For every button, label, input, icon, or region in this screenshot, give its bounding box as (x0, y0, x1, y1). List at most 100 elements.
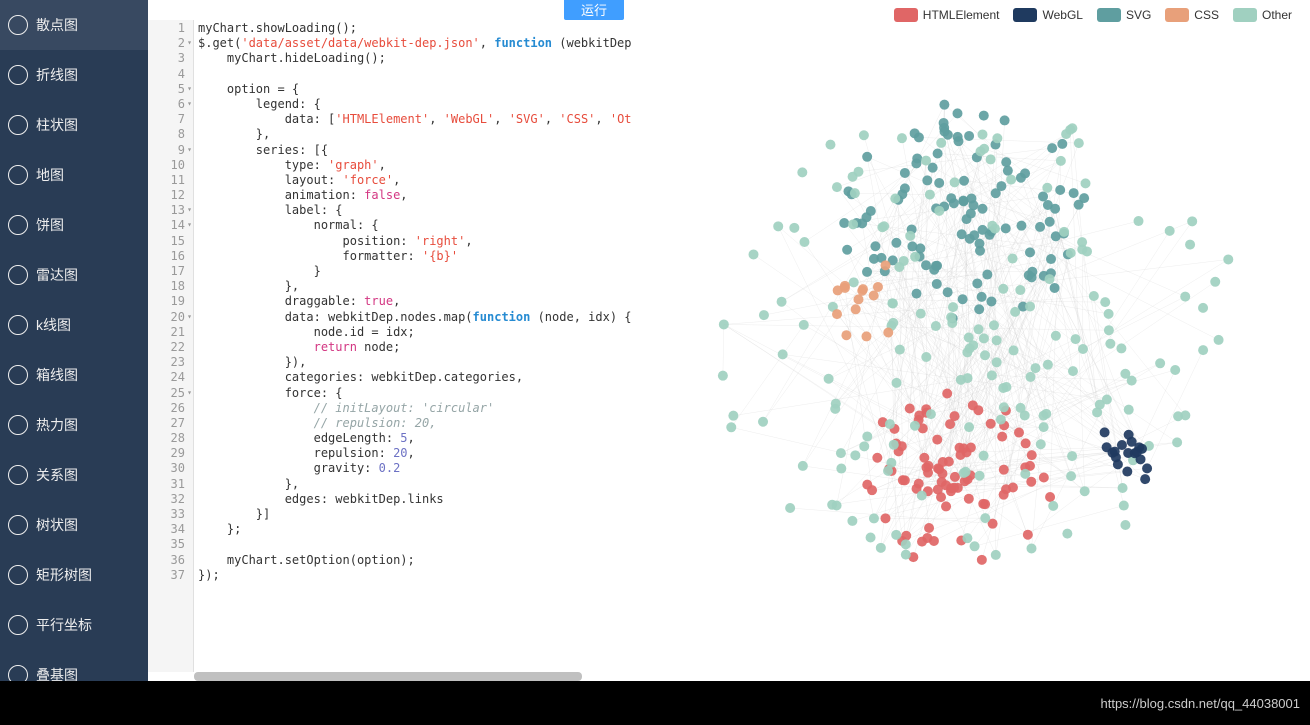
graph-node[interactable] (979, 333, 989, 343)
graph-node[interactable] (946, 312, 956, 322)
code-editor[interactable]: 1234567891011121314151617181920212223242… (148, 20, 632, 672)
graph-node[interactable] (862, 152, 872, 162)
graph-node[interactable] (992, 335, 1002, 345)
graph-node[interactable] (965, 343, 975, 353)
graph-node[interactable] (870, 241, 880, 251)
graph-node[interactable] (1057, 139, 1067, 149)
sidebar-item-map[interactable]: 地图 (0, 150, 148, 200)
graph-node[interactable] (1078, 344, 1088, 354)
graph-node[interactable] (986, 419, 996, 429)
graph-node[interactable] (879, 221, 889, 231)
graph-node[interactable] (891, 530, 901, 540)
graph-node[interactable] (1122, 467, 1132, 477)
graph-node[interactable] (932, 279, 942, 289)
graph-node[interactable] (901, 539, 911, 549)
sidebar-item-parallel[interactable]: 平行坐标 (0, 600, 148, 650)
graph-node[interactable] (933, 148, 943, 158)
graph-node[interactable] (921, 352, 931, 362)
graph-node[interactable] (966, 193, 976, 203)
graph-node[interactable] (941, 501, 951, 511)
graph-node[interactable] (1050, 204, 1060, 214)
graph-node[interactable] (1026, 543, 1036, 553)
graph-node[interactable] (989, 320, 999, 330)
graph-node[interactable] (887, 298, 897, 308)
graph-node[interactable] (1185, 240, 1195, 250)
graph-node[interactable] (1214, 335, 1224, 345)
graph-node[interactable] (862, 431, 872, 441)
graph-node[interactable] (1124, 405, 1134, 415)
graph-node[interactable] (1118, 483, 1128, 493)
graph-node[interactable] (934, 206, 944, 216)
force-graph-canvas[interactable] (632, 0, 1310, 681)
graph-node[interactable] (1015, 285, 1025, 295)
graph-node[interactable] (925, 190, 935, 200)
graph-node[interactable] (850, 450, 860, 460)
graph-node[interactable] (861, 331, 871, 341)
graph-node[interactable] (1051, 331, 1061, 341)
graph-node[interactable] (836, 448, 846, 458)
graph-node[interactable] (719, 319, 729, 329)
code-content[interactable]: myChart.showLoading();$.get('data/asset/… (194, 20, 632, 672)
graph-node[interactable] (1056, 156, 1066, 166)
graph-node[interactable] (885, 419, 895, 429)
graph-node[interactable] (1180, 410, 1190, 420)
graph-node[interactable] (956, 375, 966, 385)
graph-node[interactable] (758, 417, 768, 427)
graph-node[interactable] (939, 118, 949, 128)
graph-node[interactable] (974, 304, 984, 314)
graph-node[interactable] (1127, 437, 1137, 447)
sidebar-item-heat[interactable]: 热力图 (0, 400, 148, 450)
graph-node[interactable] (1140, 474, 1150, 484)
graph-node[interactable] (825, 140, 835, 150)
graph-node[interactable] (972, 278, 982, 288)
graph-node[interactable] (1039, 422, 1049, 432)
graph-node[interactable] (961, 214, 971, 224)
graph-node[interactable] (921, 462, 931, 472)
graph-node[interactable] (1172, 437, 1182, 447)
graph-node[interactable] (1050, 283, 1060, 293)
sidebar-item-k[interactable]: k线图 (0, 300, 148, 350)
graph-node[interactable] (986, 296, 996, 306)
graph-node[interactable] (1001, 382, 1011, 392)
graph-node[interactable] (1198, 345, 1208, 355)
graph-node[interactable] (785, 503, 795, 513)
graph-node[interactable] (799, 237, 809, 247)
graph-node[interactable] (1142, 463, 1152, 473)
graph-node[interactable] (964, 333, 974, 343)
graph-node[interactable] (1067, 451, 1077, 461)
graph-node[interactable] (789, 223, 799, 233)
graph-node[interactable] (938, 457, 948, 467)
graph-node[interactable] (966, 443, 976, 453)
graph-node[interactable] (848, 219, 858, 229)
graph-node[interactable] (1000, 115, 1010, 125)
graph-node[interactable] (841, 330, 851, 340)
graph-node[interactable] (1077, 244, 1087, 254)
graph-node[interactable] (1014, 428, 1024, 438)
sidebar-item-graph[interactable]: 关系图 (0, 450, 148, 500)
graph-node[interactable] (932, 435, 942, 445)
graph-node[interactable] (980, 499, 990, 509)
graph-node[interactable] (891, 238, 901, 248)
graph-node[interactable] (921, 156, 931, 166)
graph-node[interactable] (1042, 183, 1052, 193)
graph-node[interactable] (900, 475, 910, 485)
graph-node[interactable] (914, 132, 924, 142)
graph-node[interactable] (798, 461, 808, 471)
graph-node[interactable] (964, 131, 974, 141)
graph-node[interactable] (851, 304, 861, 314)
graph-node[interactable] (1079, 193, 1089, 203)
graph-node[interactable] (859, 441, 869, 451)
graph-node[interactable] (749, 249, 759, 259)
graph-node[interactable] (848, 172, 858, 182)
graph-node[interactable] (880, 513, 890, 523)
graph-node[interactable] (1021, 438, 1031, 448)
graph-node[interactable] (862, 480, 872, 490)
graph-node[interactable] (945, 419, 955, 429)
graph-node[interactable] (889, 440, 899, 450)
graph-node[interactable] (975, 246, 985, 256)
graph-node[interactable] (900, 168, 910, 178)
graph-node[interactable] (959, 468, 969, 478)
sidebar-item-scatter[interactable]: 散点图 (0, 0, 148, 50)
graph-node[interactable] (1120, 520, 1130, 530)
graph-node[interactable] (777, 297, 787, 307)
